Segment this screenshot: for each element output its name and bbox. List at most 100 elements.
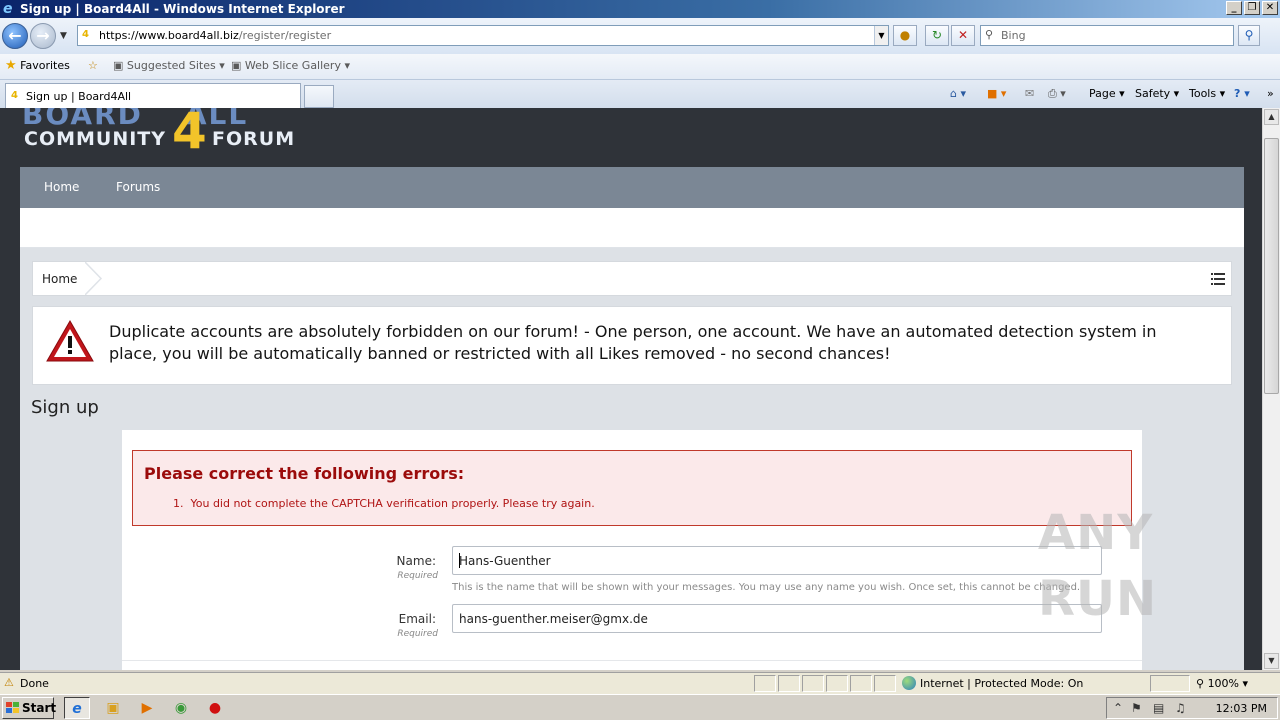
status-cell: [754, 675, 776, 692]
status-cell: [850, 675, 872, 692]
page-menu-label: Page: [1089, 87, 1116, 100]
search-placeholder: Bing: [1001, 29, 1026, 42]
nav-home[interactable]: Home: [44, 180, 79, 194]
add-to-favorites-icon[interactable]: ☆: [88, 59, 98, 73]
name-value: Hans-Guenther: [459, 554, 551, 568]
scroll-down-arrow-icon[interactable]: ▼: [1264, 653, 1279, 669]
forward-button[interactable]: →: [30, 23, 56, 49]
new-tab-button[interactable]: [304, 85, 334, 108]
web-slice-gallery-label: Web Slice Gallery: [244, 59, 341, 72]
help-icon[interactable]: ? ▾: [1234, 87, 1250, 101]
address-url[interactable]: https://www.board4all.biz/register/regis…: [99, 29, 331, 43]
network-icon[interactable]: ▤: [1153, 701, 1164, 715]
zoom-level[interactable]: ⚲ 100% ▾: [1196, 677, 1248, 691]
window-title: Sign up | Board4All - Windows Internet E…: [20, 2, 345, 16]
email-label: Email:: [398, 612, 436, 626]
name-label: Name:: [396, 554, 436, 568]
tab-row: 4 Sign up | Board4All ⌂ ▾ ■ ▾ ✉ ⎙ ▾ Page…: [0, 80, 1280, 108]
security-zone[interactable]: Internet | Protected Mode: On: [902, 676, 1084, 691]
globe-icon: [902, 676, 916, 690]
email-required-note: Required: [397, 629, 438, 639]
ie-page-icon: ▣: [113, 59, 124, 72]
nav-forums[interactable]: Forums: [116, 180, 160, 194]
system-tray: ⌃ ⚑ ▤ ♫ 12:03 PM: [1106, 697, 1278, 719]
safety-menu[interactable]: Safety ▾: [1135, 87, 1179, 101]
suggested-sites-link[interactable]: ▣ Suggested Sites ▾: [113, 59, 225, 73]
text-caret: [459, 553, 460, 568]
feeds-icon[interactable]: ■ ▾: [987, 87, 1006, 101]
maximize-button[interactable]: ❐: [1244, 1, 1260, 15]
minimize-button[interactable]: _: [1226, 1, 1242, 15]
start-label: Start: [22, 701, 57, 715]
media-player-icon[interactable]: ▶: [134, 697, 160, 719]
status-text: Done: [20, 677, 49, 690]
mail-icon[interactable]: ✉: [1025, 87, 1034, 101]
web-slice-gallery-link[interactable]: ▣ Web Slice Gallery ▾: [231, 59, 350, 73]
windows-taskbar: Start e ▣ ▶ ◉ ● ⌃ ⚑ ▤ ♫ 12:03 PM: [0, 694, 1280, 720]
tab-title: Sign up | Board4All: [26, 90, 132, 103]
email-value: hans-guenther.meiser@gmx.de: [459, 612, 648, 626]
chrome-icon[interactable]: ◉: [168, 697, 194, 719]
address-dropdown-icon[interactable]: ▼: [874, 26, 888, 45]
folder-icon[interactable]: ▣: [100, 697, 126, 719]
name-required-note: Required: [397, 571, 438, 581]
address-toolbar: ← → ▼ 4 https://www.board4all.biz/regist…: [0, 18, 1280, 54]
internet-explorer-task-icon[interactable]: e: [64, 697, 90, 719]
opera-icon[interactable]: ●: [202, 697, 228, 719]
error-heading: Please correct the following errors:: [144, 464, 465, 483]
volume-icon[interactable]: ♫: [1175, 701, 1186, 715]
favorites-bar: ★ Favorites ☆ ▣ Suggested Sites ▾ ▣ Web …: [0, 54, 1280, 80]
notice-text: Duplicate accounts are absolutely forbid…: [109, 322, 1157, 363]
vertical-scrollbar[interactable]: ▲ ▼: [1262, 108, 1280, 670]
logo-forum: FORUM: [212, 128, 296, 150]
back-button[interactable]: ←: [2, 23, 28, 49]
start-button[interactable]: Start: [2, 697, 57, 719]
tools-menu-label: Tools: [1189, 87, 1217, 100]
list-menu-icon[interactable]: [1211, 273, 1225, 285]
status-cell: [778, 675, 800, 692]
favorites-button[interactable]: ★ Favorites: [5, 59, 70, 73]
url-host: https://www.board4all.biz: [99, 29, 239, 42]
home-icon[interactable]: ⌂ ▾: [950, 87, 966, 101]
toolbar-overflow-icon[interactable]: »: [1267, 87, 1274, 101]
lock-icon[interactable]: ●: [893, 25, 917, 46]
recent-pages-dropdown[interactable]: ▼: [60, 31, 67, 41]
logo-community-text: COMMUNITY FORUM: [24, 128, 295, 150]
ie-page-icon: ▣: [231, 59, 242, 72]
breadcrumb: Home: [32, 261, 1232, 296]
favorites-label: Favorites: [20, 59, 70, 72]
zoom-value: 100%: [1207, 677, 1240, 690]
scroll-up-arrow-icon[interactable]: ▲: [1264, 109, 1279, 125]
refresh-icon[interactable]: ↻: [925, 25, 949, 46]
site-favicon-icon: 4: [11, 90, 18, 101]
site-logo[interactable]: BOARD ALL 4 COMMUNITY FORUM: [22, 108, 312, 164]
site-favicon-icon: 4: [82, 29, 89, 40]
clock[interactable]: 12:03 PM: [1216, 702, 1267, 716]
security-zone-label: Internet | Protected Mode: On: [920, 677, 1084, 690]
stop-icon[interactable]: ✕: [951, 25, 975, 46]
protected-mode-cell[interactable]: [1150, 675, 1190, 692]
breadcrumb-arrow-icon: [85, 262, 103, 295]
error-item: 1. You did not complete the CAPTCHA veri…: [173, 497, 595, 510]
address-bar[interactable]: 4 https://www.board4all.biz/register/reg…: [77, 25, 889, 46]
bing-search-icon: ⚲: [985, 28, 994, 41]
window-title-bar: e Sign up | Board4All - Windows Internet…: [0, 0, 1280, 18]
status-cell: [826, 675, 848, 692]
name-field[interactable]: Hans-Guenther: [452, 546, 1102, 575]
action-center-flag-icon[interactable]: ⚑: [1131, 701, 1142, 715]
form-divider: [122, 660, 1142, 661]
search-go-button[interactable]: ⚲: [1238, 25, 1260, 46]
anyrun-watermark: ANY RUN: [1038, 505, 1158, 627]
print-icon[interactable]: ⎙ ▾: [1048, 87, 1066, 101]
email-field[interactable]: hans-guenther.meiser@gmx.de: [452, 604, 1102, 633]
tab-sign-up[interactable]: 4 Sign up | Board4All: [5, 83, 301, 108]
page-menu[interactable]: Page ▾: [1089, 87, 1125, 101]
tray-expand-icon[interactable]: ⌃: [1113, 701, 1123, 715]
tools-menu[interactable]: Tools ▾: [1189, 87, 1225, 101]
search-box[interactable]: ⚲ Bing: [980, 25, 1234, 46]
scrollbar-thumb[interactable]: [1264, 138, 1279, 394]
sub-navigation: [20, 208, 1244, 248]
breadcrumb-home[interactable]: Home: [42, 272, 77, 286]
close-button[interactable]: ✕: [1262, 1, 1278, 15]
page-title: Sign up: [31, 397, 99, 418]
